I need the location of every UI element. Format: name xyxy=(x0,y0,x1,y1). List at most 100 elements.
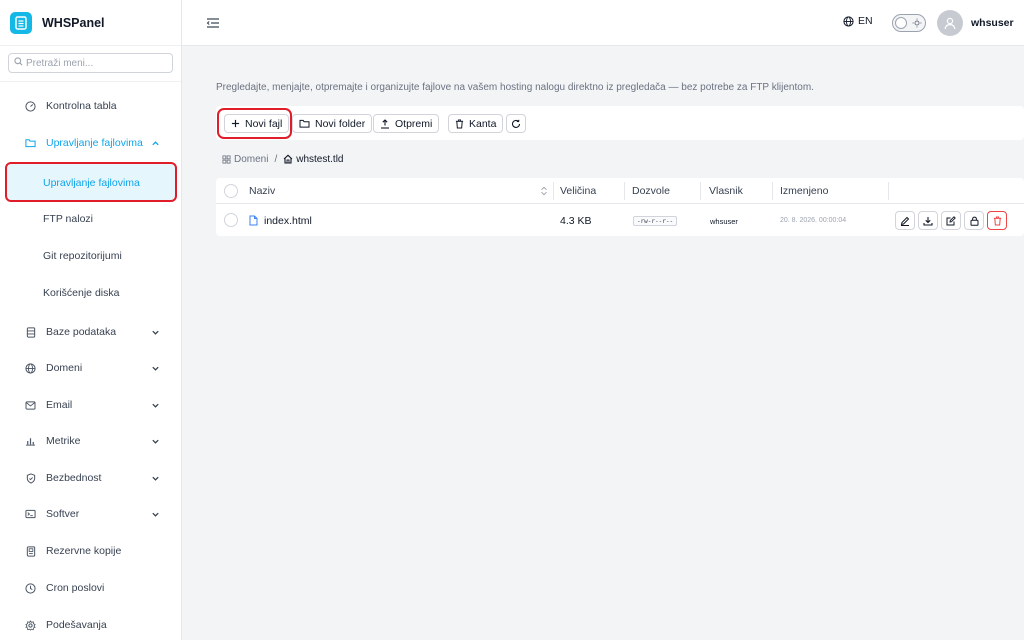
column-separator xyxy=(624,182,625,200)
nav-item-label: Domeni xyxy=(46,362,83,374)
breadcrumb-separator: / xyxy=(274,153,278,165)
nav-item-label: Metrike xyxy=(46,435,81,447)
file-permissions[interactable]: -rw-r--r-- xyxy=(633,216,677,226)
file-size: 4.3 KB xyxy=(560,215,592,227)
chart-icon xyxy=(24,435,37,448)
file-toolbar: Novi fajl Novi folder Otpremi Kanta xyxy=(216,106,1024,140)
subnav-item-ftp[interactable]: FTP nalozi xyxy=(0,207,182,231)
nav-item-metrics[interactable]: Metrike xyxy=(0,429,182,453)
nav-item-file-manager[interactable]: Upravljanje fajlovima xyxy=(0,131,182,155)
menu-search-box[interactable] xyxy=(8,53,173,73)
top-header: EN whsuser xyxy=(182,0,1024,46)
brand[interactable]: WHSPanel xyxy=(0,0,181,46)
sidebar: WHSPanel Kontrolna tabla Upravljanje faj… xyxy=(0,0,182,640)
theme-toggle[interactable] xyxy=(892,14,926,32)
new-folder-label: Novi folder xyxy=(315,117,366,130)
permissions-button[interactable] xyxy=(964,211,984,230)
subnav-item-disk-usage[interactable]: Korišćenje diska xyxy=(0,281,182,305)
column-separator xyxy=(700,182,701,200)
user-icon xyxy=(944,17,956,29)
nav-item-label: Softver xyxy=(46,508,80,520)
nav-item-cron[interactable]: Cron poslovi xyxy=(0,576,182,600)
edit-button[interactable] xyxy=(895,211,915,230)
chevron-up-icon xyxy=(152,140,159,145)
shield-icon xyxy=(24,472,37,485)
chevron-down-icon xyxy=(152,403,159,408)
subnav-item-label: Korišćenje diska xyxy=(43,287,120,299)
trash-button[interactable]: Kanta xyxy=(448,114,504,133)
column-separator xyxy=(772,182,773,200)
upload-button[interactable]: Otpremi xyxy=(373,114,440,133)
chevron-down-icon xyxy=(152,476,159,481)
nav-item-label: Email xyxy=(46,399,73,411)
row-checkbox[interactable] xyxy=(224,213,238,227)
nav-item-software[interactable]: Softver xyxy=(0,502,182,526)
trash-icon xyxy=(455,119,464,129)
table-row[interactable]: index.html 4.3 KB -rw-r--r-- whsuser 20.… xyxy=(216,205,1024,236)
nav-item-security[interactable]: Bezbednost xyxy=(0,466,182,490)
new-file-button[interactable]: Novi fajl xyxy=(224,114,290,133)
delete-button[interactable] xyxy=(987,211,1007,230)
column-separator xyxy=(888,182,889,200)
subnav-item-label: Git repozitorijumi xyxy=(43,250,122,262)
globe-icon xyxy=(24,362,37,375)
nav-item-dashboard[interactable]: Kontrolna tabla xyxy=(0,94,182,118)
breadcrumb-root[interactable]: Domeni xyxy=(222,154,268,165)
nav-item-label: Bezbednost xyxy=(46,472,102,484)
folder-icon xyxy=(24,137,37,150)
column-header-modified[interactable]: Izmenjeno xyxy=(780,185,828,197)
menu-search xyxy=(0,46,181,82)
file-owner: whsuser xyxy=(710,217,738,226)
breadcrumb: Domeni / whstest.tld xyxy=(216,148,1024,170)
upload-icon xyxy=(381,118,389,129)
logo-icon xyxy=(10,11,32,34)
avatar[interactable] xyxy=(937,10,963,36)
refresh-button[interactable] xyxy=(506,114,526,133)
nav-item-email[interactable]: Email xyxy=(0,393,182,417)
folder-plus-icon xyxy=(299,119,310,128)
download-icon xyxy=(923,216,933,226)
breadcrumb-current[interactable]: whstest.tld xyxy=(283,154,344,165)
file-modified: 20. 8. 2026. 00:00:04 xyxy=(780,217,847,224)
nav-item-label: Upravljanje fajlovima xyxy=(46,137,143,149)
nav-item-backups[interactable]: Rezervne kopije xyxy=(0,539,182,563)
new-file-label: Novi fajl xyxy=(245,117,283,130)
dashboard-icon xyxy=(24,100,37,113)
file-table: Naziv Veličina Dozvole Vlasnik Izmenjeno… xyxy=(216,178,1024,236)
gear-icon xyxy=(24,619,37,632)
file-name[interactable]: index.html xyxy=(264,215,312,227)
username[interactable]: whsuser xyxy=(971,17,1014,29)
nav-item-label: Kontrolna tabla xyxy=(46,100,117,112)
sort-icon[interactable] xyxy=(540,186,548,196)
globe-icon xyxy=(843,15,854,27)
chevron-down-icon xyxy=(152,330,159,335)
sun-icon xyxy=(912,18,922,28)
sidebar-toggle-icon[interactable] xyxy=(206,16,220,30)
new-folder-button[interactable]: Novi folder xyxy=(292,114,373,133)
column-header-name[interactable]: Naziv xyxy=(249,185,275,197)
refresh-icon xyxy=(512,119,521,128)
download-button[interactable] xyxy=(918,211,938,230)
grid-icon xyxy=(222,154,231,164)
subnav-item-git[interactable]: Git repozitorijumi xyxy=(0,244,182,268)
column-header-permissions[interactable]: Dozvole xyxy=(632,185,670,197)
brand-name: WHSPanel xyxy=(42,15,105,30)
toggle-knob xyxy=(895,17,907,29)
nav-item-domains[interactable]: Domeni xyxy=(0,356,182,380)
column-header-size[interactable]: Veličina xyxy=(560,185,596,197)
mail-icon xyxy=(24,399,37,412)
chevron-down-icon xyxy=(152,512,159,517)
subnav-item-file-manager[interactable]: Upravljanje fajlovima xyxy=(5,162,177,202)
nav-item-settings[interactable]: Podešavanja xyxy=(0,613,182,637)
nav-item-label: Baze podataka xyxy=(46,326,117,338)
terminal-icon xyxy=(24,508,37,521)
select-all-checkbox[interactable] xyxy=(224,184,238,198)
column-header-owner[interactable]: Vlasnik xyxy=(709,185,743,197)
chevron-down-icon xyxy=(152,439,159,444)
plus-icon xyxy=(231,119,240,128)
rename-button[interactable] xyxy=(941,211,961,230)
menu-search-input[interactable] xyxy=(26,57,166,69)
language-selector[interactable]: EN xyxy=(843,15,873,27)
nav-item-databases[interactable]: Baze podataka xyxy=(0,320,182,344)
trash-label: Kanta xyxy=(469,117,497,130)
